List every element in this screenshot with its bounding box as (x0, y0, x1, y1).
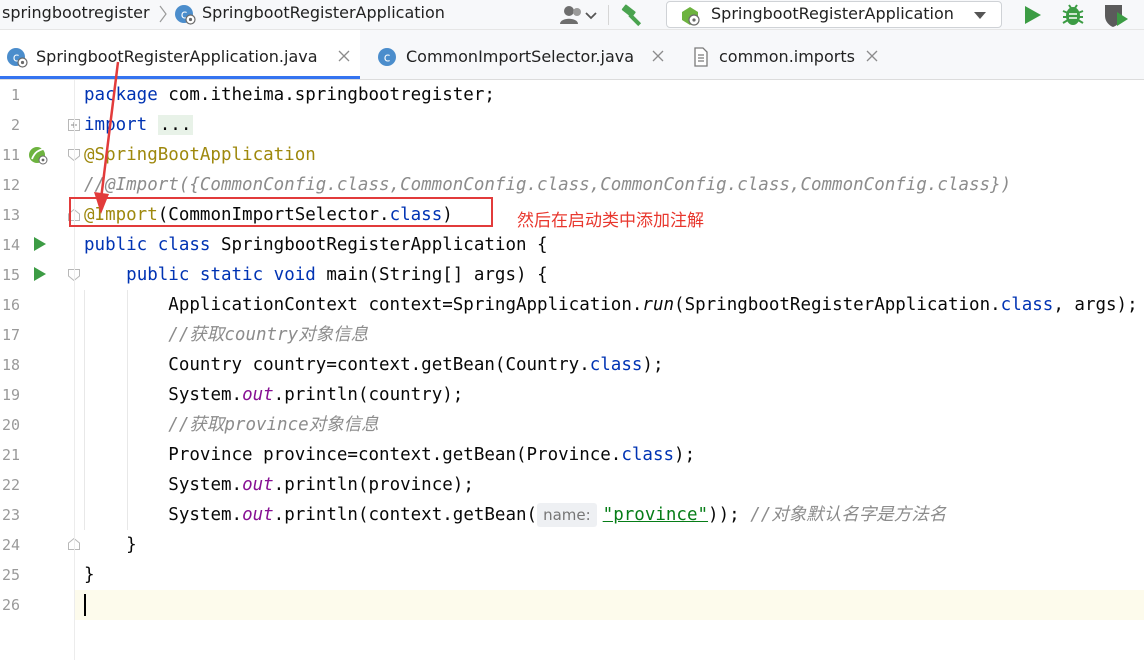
tab-label: SpringbootRegisterApplication.java (36, 47, 318, 66)
code-line-16: ApplicationContext context=SpringApplica… (168, 295, 1138, 315)
spring-class-icon: c (7, 48, 28, 68)
line-number: 19 (1, 386, 20, 404)
spring-bean-icon[interactable] (27, 145, 49, 165)
tab-common-imports[interactable]: common.imports (682, 30, 892, 79)
code-line-22: System.out.println(province); (168, 475, 474, 495)
folded-imports[interactable]: ... (157, 115, 194, 135)
toolbar-divider (608, 5, 609, 25)
close-icon[interactable] (338, 50, 350, 62)
code-line-21: Province province=context.getBean(Provin… (168, 445, 696, 465)
code-line-19: System.out.println(country); (168, 385, 464, 405)
line-number: 17 (1, 326, 20, 344)
build-hammer-icon[interactable] (620, 3, 648, 27)
current-line-highlight (75, 590, 1144, 620)
line-number: 11 (1, 146, 20, 164)
spring-class-icon: c (175, 5, 196, 25)
close-icon[interactable] (652, 50, 664, 62)
code-line-17: //获取country对象信息 (168, 325, 369, 345)
run-icon[interactable] (1020, 3, 1044, 27)
annotation-note: 然后在启动类中添加注解 (517, 211, 704, 231)
line-number: 21 (1, 446, 20, 464)
chevron-down-icon (974, 12, 986, 19)
editor-tab-bar: c SpringbootRegisterApplication.java c C… (0, 30, 1144, 80)
run-gutter-icon[interactable] (33, 266, 47, 282)
user-icon[interactable] (558, 4, 600, 26)
parameter-name-hint: name: (537, 503, 597, 527)
tab-label: CommonImportSelector.java (406, 47, 635, 66)
line-number: 26 (1, 596, 20, 614)
breadcrumb-project[interactable]: springbootregister (2, 3, 150, 22)
line-number: 25 (1, 566, 20, 584)
close-icon[interactable] (866, 50, 878, 62)
run-configuration-selector[interactable]: SpringbootRegisterApplication (666, 1, 1002, 28)
line-number: 13 (1, 206, 20, 224)
line-number: 23 (1, 506, 20, 524)
main-toolbar: springbootregister c SpringbootRegisterA… (0, 0, 1144, 30)
text-caret (84, 594, 86, 616)
line-number: 2 (10, 116, 20, 134)
code-line-25: } (84, 565, 95, 585)
breadcrumb-class[interactable]: SpringbootRegisterApplication (202, 3, 445, 22)
code-line-20: //获取province对象信息 (168, 415, 379, 435)
code-line-14: public class SpringbootRegisterApplicati… (84, 235, 548, 255)
code-line-18: Country country=context.getBean(Country.… (168, 355, 664, 375)
debug-icon[interactable] (1060, 2, 1086, 28)
code-line-15: public static void main(String[] args) { (126, 265, 548, 285)
editor-gutter: 1 2 11 12 13 14 15 16 17 18 19 20 21 22 … (0, 80, 80, 660)
svg-text:c: c (384, 51, 391, 65)
line-number: 14 (1, 236, 20, 254)
line-number: 1 (10, 86, 20, 104)
breadcrumb-separator-icon (159, 5, 167, 23)
code-line-23: System.out.println(context.getBean(name:… (168, 503, 947, 527)
line-number: 20 (1, 416, 20, 434)
file-icon (694, 47, 708, 67)
code-line-11: @SpringBootApplication (84, 145, 316, 165)
code-line-12: //@Import({CommonConfig.class,CommonConf… (84, 175, 1012, 195)
code-line-24: } (126, 535, 137, 555)
run-with-coverage-icon[interactable] (1102, 2, 1130, 28)
line-number: 12 (1, 176, 20, 194)
run-config-label: SpringbootRegisterApplication (711, 4, 954, 23)
line-number: 15 (1, 266, 20, 284)
class-icon: c (378, 48, 396, 66)
run-gutter-icon[interactable] (33, 236, 47, 252)
line-number: 16 (1, 296, 20, 314)
tab-label: common.imports (719, 47, 855, 66)
highlight-box (69, 197, 493, 227)
line-number: 18 (1, 356, 20, 374)
tab-springboot-register-application[interactable]: c SpringbootRegisterApplication.java (0, 30, 360, 79)
gutter-divider (74, 80, 75, 660)
tab-common-import-selector[interactable]: c CommonImportSelector.java (366, 30, 676, 79)
code-line-2: import ... (84, 115, 194, 135)
code-line-1: package com.itheima.springbootregister; (84, 85, 495, 105)
line-number: 24 (1, 536, 20, 554)
line-number: 22 (1, 476, 20, 494)
spring-boot-icon (682, 7, 700, 26)
